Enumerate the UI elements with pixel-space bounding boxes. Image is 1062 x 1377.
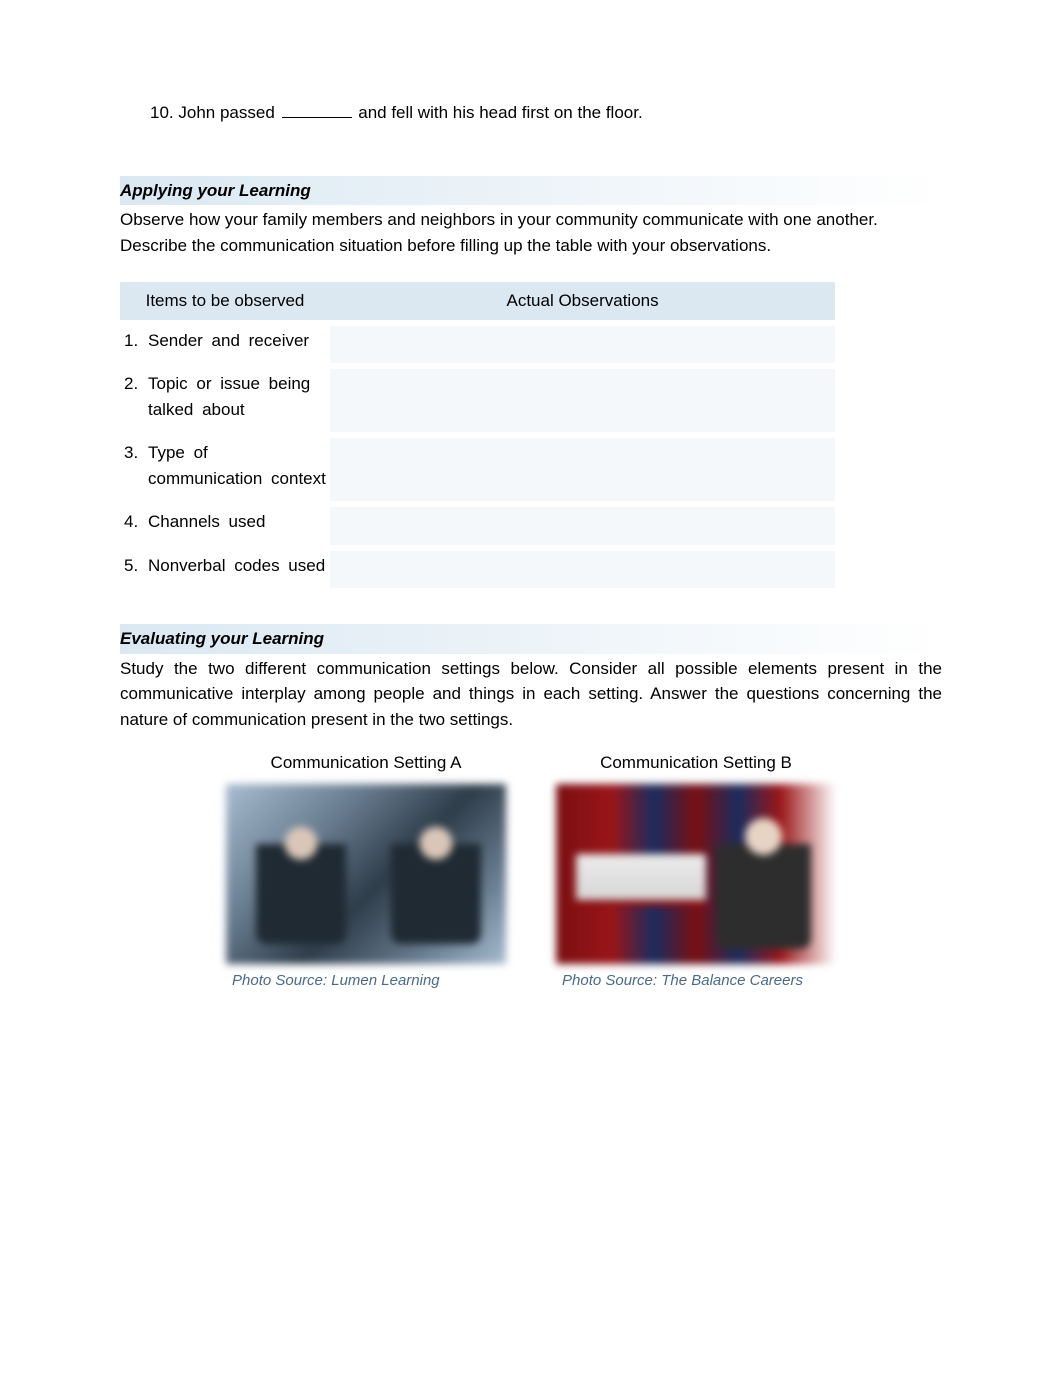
item-text: Type of communication context	[148, 440, 326, 491]
observation-cell[interactable]	[330, 438, 835, 501]
table-row: 2. Topic or issue being talked about	[120, 369, 835, 432]
question-10: 10. John passed and fell with his head f…	[150, 100, 942, 126]
observation-cell[interactable]	[330, 507, 835, 545]
item-number: 1.	[124, 328, 148, 354]
applying-section: Applying your Learning Observe how your …	[120, 176, 942, 595]
fill-blank[interactable]	[282, 117, 352, 118]
item-text: Sender and receiver	[148, 328, 326, 354]
table-row: 1. Sender and receiver	[120, 326, 835, 364]
question-text-before: John passed	[178, 103, 274, 122]
question-text-after: and fell with his head first on the floo…	[358, 103, 642, 122]
applying-heading: Applying your Learning	[120, 176, 942, 206]
table-header-items: Items to be observed	[120, 282, 330, 320]
setting-a-image	[226, 784, 506, 964]
item-text: Topic or issue being talked about	[148, 371, 326, 422]
evaluating-section: Evaluating your Learning Study the two d…	[120, 624, 942, 992]
setting-b-column: Communication Setting B Photo Source: Th…	[556, 750, 836, 992]
observation-cell[interactable]	[330, 326, 835, 364]
item-cell: 2. Topic or issue being talked about	[120, 369, 330, 432]
setting-b-caption: Photo Source: The Balance Careers	[562, 970, 803, 993]
item-cell: 1. Sender and receiver	[120, 326, 330, 364]
item-cell: 5. Nonverbal codes used	[120, 551, 330, 589]
item-cell: 3. Type of communication context	[120, 438, 330, 501]
setting-a-label: Communication Setting A	[271, 750, 462, 776]
applying-intro: Observe how your family members and neig…	[120, 207, 942, 258]
evaluating-heading: Evaluating your Learning	[120, 624, 942, 654]
observation-cell[interactable]	[330, 551, 835, 589]
table-row: 4. Channels used	[120, 507, 835, 545]
item-number: 4.	[124, 509, 148, 535]
table-row: 5. Nonverbal codes used	[120, 551, 835, 589]
setting-a-column: Communication Setting A Photo Source: Lu…	[226, 750, 506, 992]
item-text: Channels used	[148, 509, 326, 535]
table-header-observations: Actual Observations	[330, 282, 835, 320]
observations-table: Items to be observed Actual Observations…	[120, 276, 835, 594]
setting-b-label: Communication Setting B	[600, 750, 792, 776]
evaluating-intro: Study the two different communication se…	[120, 656, 942, 733]
observation-cell[interactable]	[330, 369, 835, 432]
question-number: 10.	[150, 103, 174, 122]
item-number: 5.	[124, 553, 148, 579]
settings-row: Communication Setting A Photo Source: Lu…	[120, 750, 942, 992]
item-text: Nonverbal codes used	[148, 553, 326, 579]
setting-b-image	[556, 784, 836, 964]
item-number: 2.	[124, 371, 148, 422]
setting-a-caption: Photo Source: Lumen Learning	[232, 970, 440, 993]
table-row: 3. Type of communication context	[120, 438, 835, 501]
item-cell: 4. Channels used	[120, 507, 330, 545]
item-number: 3.	[124, 440, 148, 491]
